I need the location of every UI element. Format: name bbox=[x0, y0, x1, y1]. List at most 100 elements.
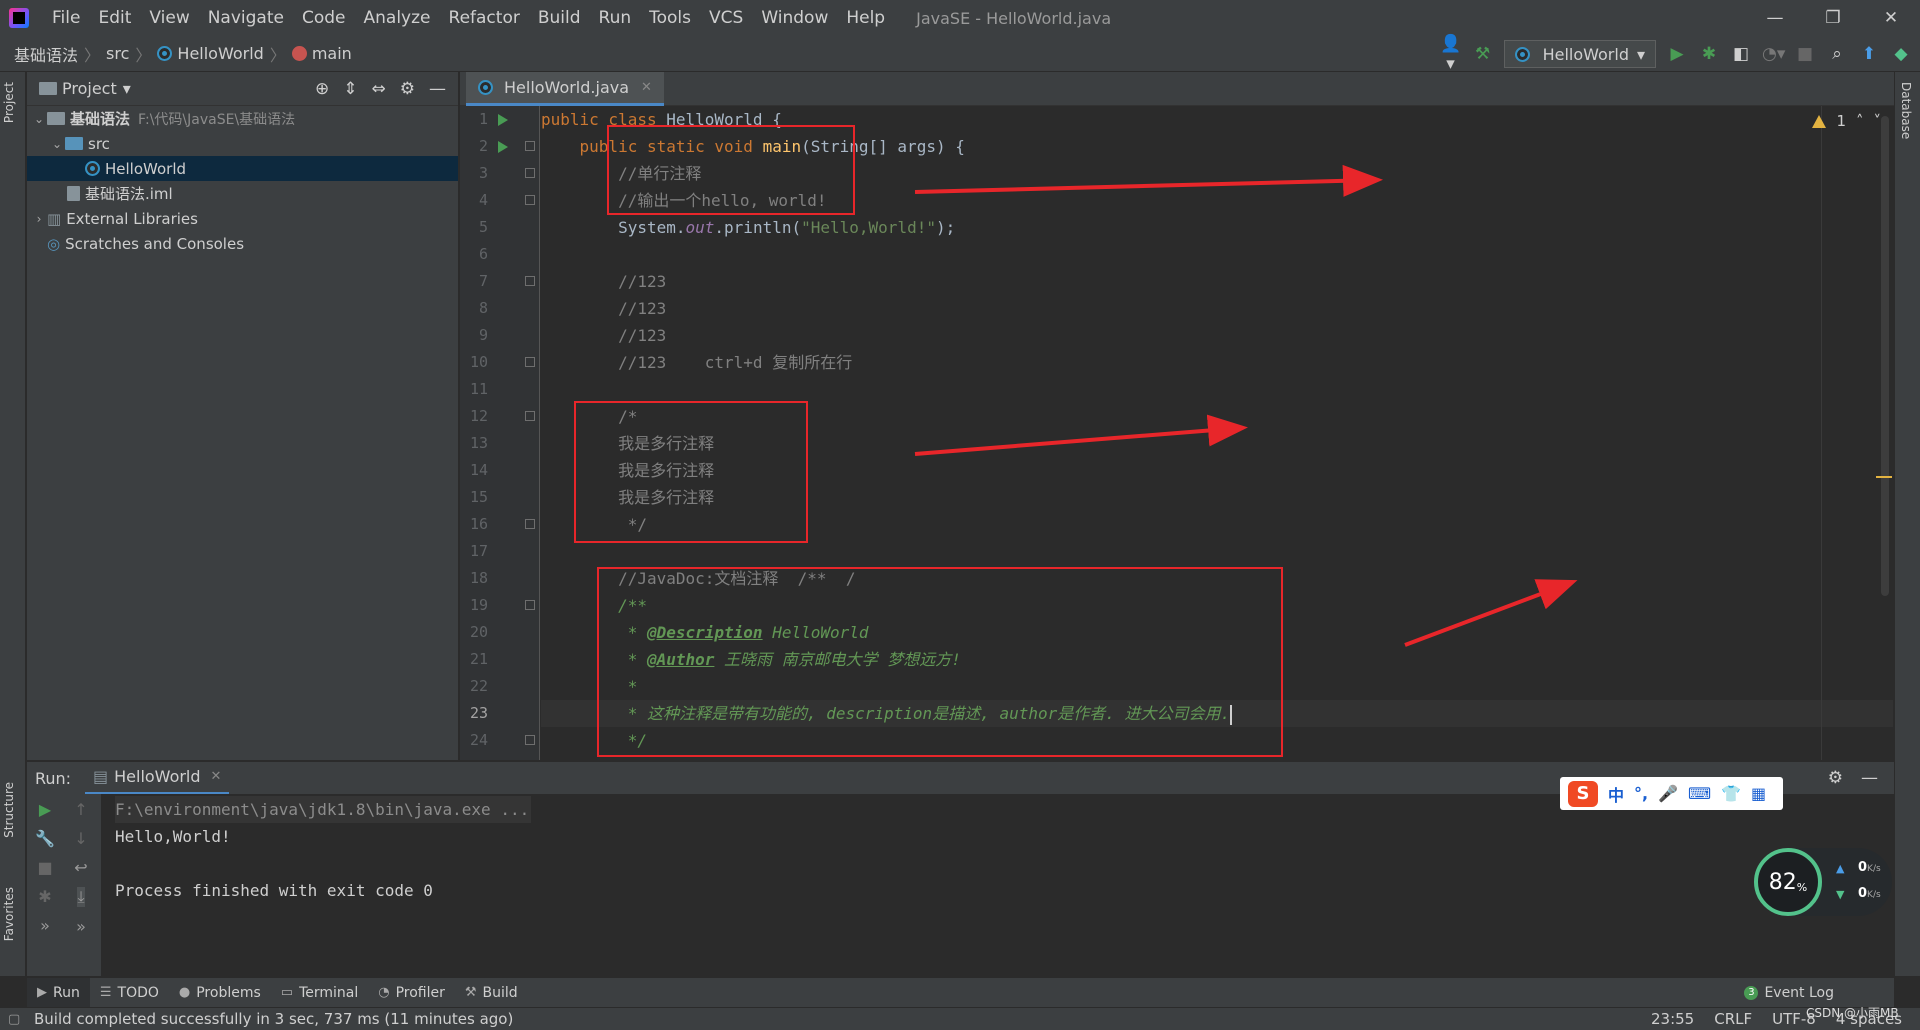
chevron-down-icon[interactable]: ˅ bbox=[1874, 112, 1882, 130]
expand-all-icon[interactable]: ⇕ bbox=[343, 79, 357, 99]
locate-icon[interactable]: ⊕ bbox=[315, 79, 329, 99]
profile-icon[interactable]: ◔▾ bbox=[1762, 44, 1785, 64]
hide-icon[interactable]: — bbox=[1861, 768, 1878, 788]
restore-button[interactable]: ❐ bbox=[1804, 0, 1862, 36]
caret-position[interactable]: 23:55 bbox=[1651, 1010, 1694, 1028]
user-icon[interactable]: 👤▾ bbox=[1440, 34, 1462, 74]
ime-punctuation-icon[interactable]: °, bbox=[1634, 784, 1648, 803]
close-window-button[interactable]: ✕ bbox=[1862, 0, 1920, 36]
breadcrumb-method[interactable]: main bbox=[312, 44, 352, 63]
rerun-icon[interactable]: ▶ bbox=[39, 800, 51, 819]
arrow-up-icon[interactable]: ↑ bbox=[74, 800, 87, 819]
breadcrumb-project[interactable]: 基础语法 bbox=[14, 42, 78, 66]
breadcrumb-src[interactable]: src bbox=[106, 44, 129, 63]
warning-stripe-marker[interactable] bbox=[1876, 476, 1892, 478]
tool-tab-problems[interactable]: ● Problems bbox=[169, 978, 271, 1008]
tree-item-src[interactable]: ⌄ src bbox=[27, 131, 458, 156]
menu-run[interactable]: Run bbox=[590, 0, 641, 36]
close-icon[interactable]: ✕ bbox=[641, 80, 652, 95]
chevron-down-icon[interactable]: ⌄ bbox=[31, 112, 47, 126]
fold-icon[interactable] bbox=[525, 168, 535, 178]
build-hammer-icon[interactable]: ⚒ bbox=[1472, 44, 1494, 64]
event-log-button[interactable]: 3 Event Log bbox=[1744, 985, 1894, 1001]
close-icon[interactable]: ✕ bbox=[211, 769, 222, 784]
search-icon[interactable]: ⌕ bbox=[1826, 44, 1848, 64]
project-panel-title[interactable]: Project bbox=[62, 79, 117, 98]
status-message[interactable]: Build completed successfully in 3 sec, 7… bbox=[0, 1010, 513, 1028]
menu-help[interactable]: Help bbox=[837, 0, 894, 36]
fold-icon[interactable] bbox=[525, 141, 535, 151]
menu-refactor[interactable]: Refactor bbox=[440, 0, 529, 36]
tool-tab-profiler[interactable]: ◔ Profiler bbox=[368, 978, 455, 1008]
gear-icon[interactable]: ⚙ bbox=[1828, 768, 1843, 788]
gear-icon[interactable]: ⚙ bbox=[400, 79, 415, 99]
run-gutter-icon[interactable] bbox=[498, 141, 508, 153]
tool-tab-favorites[interactable]: Favorites bbox=[2, 887, 16, 941]
hide-icon[interactable]: — bbox=[429, 79, 446, 99]
collapse-all-icon[interactable]: ⇔ bbox=[372, 79, 386, 99]
stop-icon[interactable]: ■ bbox=[37, 858, 52, 877]
breadcrumb-class[interactable]: HelloWorld bbox=[177, 44, 263, 63]
tree-item-scratches[interactable]: ◎ Scratches and Consoles bbox=[27, 231, 458, 256]
tab-helloworld-java[interactable]: HelloWorld.java ✕ bbox=[466, 72, 664, 106]
chevron-up-icon[interactable]: ˄ bbox=[1856, 112, 1864, 130]
more-icon[interactable]: » bbox=[40, 916, 50, 935]
fold-icon[interactable] bbox=[525, 411, 535, 421]
fold-icon[interactable] bbox=[525, 735, 535, 745]
soft-wrap-icon[interactable]: ↩ bbox=[74, 858, 87, 877]
tree-item-helloworld[interactable]: HelloWorld bbox=[27, 156, 458, 181]
run-configuration-selector[interactable]: HelloWorld ▾ bbox=[1503, 40, 1656, 68]
scroll-to-end-icon[interactable]: ⤓ bbox=[77, 887, 85, 907]
chevron-down-icon[interactable]: ▾ bbox=[123, 79, 131, 98]
menu-tools[interactable]: Tools bbox=[640, 0, 700, 36]
debug-icon[interactable]: ✱ bbox=[1698, 44, 1720, 64]
wrench-icon[interactable]: 🔧 bbox=[35, 829, 55, 848]
menu-vcs[interactable]: VCS bbox=[700, 0, 752, 36]
tool-tab-terminal[interactable]: ▭ Terminal bbox=[271, 978, 368, 1008]
inspection-widget[interactable]: 1 ˄ ˅ bbox=[1812, 112, 1881, 130]
tool-tab-build[interactable]: ⚒ Build bbox=[455, 978, 528, 1008]
ime-mode-chinese[interactable]: 中 bbox=[1608, 782, 1624, 806]
fold-icon[interactable] bbox=[525, 357, 535, 367]
toolbox-grid-icon[interactable]: ▦ bbox=[1751, 784, 1766, 803]
tree-item-external-libraries[interactable]: › ▥ External Libraries bbox=[27, 206, 458, 231]
menu-file[interactable]: File bbox=[43, 0, 89, 36]
fold-icon[interactable] bbox=[525, 195, 535, 205]
update-icon[interactable]: ⬆ bbox=[1858, 44, 1880, 64]
menu-code[interactable]: Code bbox=[293, 0, 355, 36]
run-icon[interactable]: ▶ bbox=[1666, 44, 1688, 64]
debug-bug-icon[interactable]: ✱ bbox=[38, 887, 51, 906]
chevron-right-icon[interactable]: › bbox=[31, 212, 47, 226]
network-monitor-widget[interactable]: 82% ▲ 0K/s ▼ 0K/s bbox=[1754, 848, 1892, 916]
coverage-icon[interactable]: ◧ bbox=[1730, 44, 1752, 64]
chevron-down-icon[interactable]: ⌄ bbox=[49, 137, 65, 151]
tool-tab-project[interactable]: Project bbox=[2, 82, 16, 123]
toolbox-icon[interactable]: ◆ bbox=[1890, 44, 1912, 64]
arrow-down-icon[interactable]: ↓ bbox=[74, 829, 87, 848]
stop-icon[interactable]: ■ bbox=[1794, 44, 1816, 64]
ime-toolbar[interactable]: S 中 °, 🎤 ⌨ 👕 ▦ bbox=[1560, 777, 1783, 810]
tree-item-iml[interactable]: 基础语法.iml bbox=[27, 181, 458, 206]
more-icon[interactable]: » bbox=[76, 917, 86, 936]
line-separator[interactable]: CRLF bbox=[1714, 1010, 1752, 1028]
tool-tab-run[interactable]: ▶ Run bbox=[27, 977, 90, 1008]
menu-analyze[interactable]: Analyze bbox=[355, 0, 440, 36]
menu-edit[interactable]: Edit bbox=[89, 0, 140, 36]
menu-window[interactable]: Window bbox=[752, 0, 837, 36]
fold-icon[interactable] bbox=[525, 519, 535, 529]
fold-icon[interactable] bbox=[525, 276, 535, 286]
menu-navigate[interactable]: Navigate bbox=[199, 0, 293, 36]
microphone-icon[interactable]: 🎤 bbox=[1658, 784, 1678, 803]
fold-icon[interactable] bbox=[525, 600, 535, 610]
menu-build[interactable]: Build bbox=[529, 0, 590, 36]
editor-scrollbar[interactable] bbox=[1881, 116, 1889, 596]
tab-run-helloworld[interactable]: ▤ HelloWorld ✕ bbox=[85, 762, 230, 795]
tool-tab-todo[interactable]: ☰ TODO bbox=[90, 978, 169, 1008]
run-gutter-icon[interactable] bbox=[498, 114, 508, 126]
tool-tab-structure[interactable]: Structure bbox=[2, 782, 16, 838]
minimize-button[interactable]: — bbox=[1746, 0, 1804, 36]
toggle-tool-windows-icon[interactable]: ▢ bbox=[8, 1012, 20, 1027]
skin-shirt-icon[interactable]: 👕 bbox=[1721, 784, 1741, 803]
run-console[interactable]: F:\environment\java\jdk1.8\bin\java.exe … bbox=[101, 794, 1894, 976]
keyboard-icon[interactable]: ⌨ bbox=[1688, 784, 1711, 803]
